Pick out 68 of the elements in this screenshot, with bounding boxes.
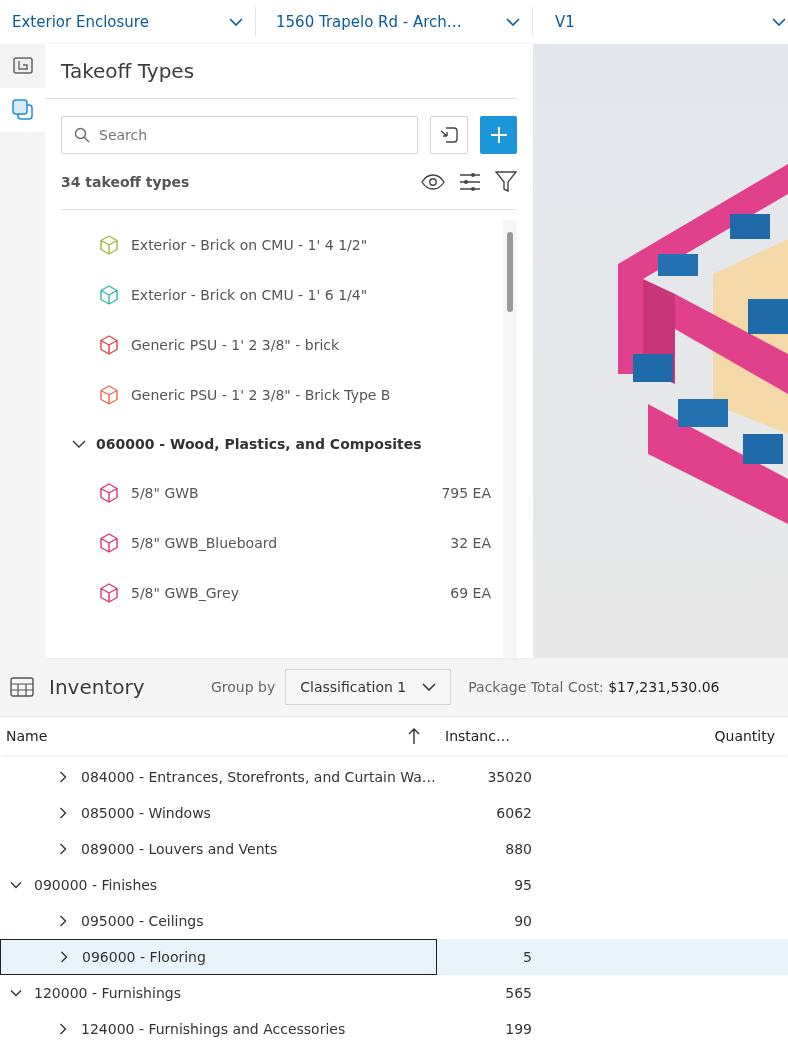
type-quantity: 795 EA (441, 485, 491, 501)
inventory-title: Inventory (49, 675, 146, 699)
chevron-down-icon (422, 683, 437, 691)
dropdown-select[interactable]: Exterior Enclosure (0, 7, 256, 37)
cube-icon (99, 385, 119, 405)
inventory-row[interactable]: 124000 - Furnishings and Accessories 199 (0, 1011, 537, 1047)
chevron-icon (57, 771, 69, 783)
models-tool-button[interactable] (0, 88, 45, 132)
cube-icon (99, 335, 119, 355)
inventory-row[interactable]: 090000 - Finishes 95 (0, 867, 537, 903)
chevron-down-icon (506, 18, 520, 26)
dropdown-select[interactable]: V1 (533, 7, 788, 37)
eye-icon[interactable] (421, 173, 445, 190)
takeoff-type-item[interactable]: Generic PSU - 1' 2 3/8" - Brick Type B (45, 370, 503, 420)
search-icon (74, 127, 90, 143)
chevron-icon (72, 440, 86, 448)
takeoff-count: 34 takeoff types (61, 173, 190, 190)
chevron-icon (58, 951, 70, 963)
plus-icon (489, 126, 508, 144)
type-quantity: 32 EA (450, 535, 491, 551)
type-name: 5/8" GWB (131, 485, 200, 501)
layers-icon (10, 98, 35, 122)
sheet-icon (11, 56, 34, 76)
cube-icon (99, 285, 119, 305)
chevron-icon (10, 987, 22, 999)
filter-icon[interactable] (495, 170, 517, 193)
chevron-icon (10, 879, 22, 891)
column-header[interactable]: Quantity (550, 717, 788, 755)
chevron-down-icon (772, 18, 786, 26)
import-icon (439, 126, 459, 144)
cube-icon (99, 235, 119, 255)
takeoff-type-item[interactable]: 5/8" GWB_Blueboard 32 EA (45, 518, 503, 568)
add-button[interactable] (480, 116, 517, 154)
takeoff-type-item[interactable]: 5/8" GWB_Grey 69 EA (45, 568, 503, 618)
inventory-row[interactable]: 096000 - Flooring 5 (0, 939, 788, 975)
inventory-row[interactable]: 095000 - Ceilings 90 (0, 903, 537, 939)
type-name: 5/8" GWB_Grey (131, 585, 240, 601)
cube-icon (99, 483, 119, 503)
chevron-icon (57, 915, 69, 927)
import-button[interactable] (430, 116, 468, 154)
cube-icon (99, 533, 119, 553)
takeoff-type-item[interactable]: Generic PSU - 1' 2 3/8" - brick (45, 320, 503, 370)
takeoff-group-item[interactable]: 060000 - Wood, Plastics, and Composites (45, 420, 503, 468)
table-icon (10, 677, 34, 697)
package-total-cost: Package Total Cost: $17,231,530.06 (468, 679, 720, 695)
panel-title: Takeoff Types (45, 44, 517, 99)
inventory-row[interactable]: 120000 - Furnishings 565 (0, 975, 537, 1011)
inventory-row[interactable]: 085000 - Windows 6062 (0, 795, 537, 831)
scrollbar-thumb[interactable] (507, 232, 513, 312)
takeoff-type-item[interactable]: Exterior - Brick on CMU - 1' 6 1/4" (45, 270, 503, 320)
settings-sliders-icon[interactable] (459, 171, 481, 192)
chevron-icon (57, 1023, 69, 1035)
inventory-row[interactable]: 089000 - Louvers and Vents 880 (0, 831, 537, 867)
group-by-label: Group by (211, 679, 276, 695)
group-by-dropdown[interactable]: Classification 1 (285, 669, 452, 705)
column-header[interactable]: Instanc… (430, 717, 550, 755)
takeoff-type-item[interactable]: Exterior - Brick on CMU - 1' 4 1/2" (45, 220, 503, 270)
search-field[interactable]: Search (61, 116, 418, 154)
cube-icon (99, 583, 119, 603)
type-quantity: 69 EA (450, 585, 491, 601)
dropdown-select[interactable]: 1560 Trapelo Rd - Arch… (256, 7, 533, 37)
chevron-down-icon (229, 18, 243, 26)
chevron-icon (57, 843, 69, 855)
inventory-row[interactable]: 084000 - Entrances, Storefronts, and Curtain Wa… 35020 (0, 759, 537, 795)
column-header[interactable]: Name (0, 717, 430, 755)
takeoff-type-item[interactable]: 5/8" GWB 795 EA (45, 468, 503, 518)
type-name: 5/8" GWB_Blueboard (131, 535, 279, 551)
chevron-icon (57, 807, 69, 819)
